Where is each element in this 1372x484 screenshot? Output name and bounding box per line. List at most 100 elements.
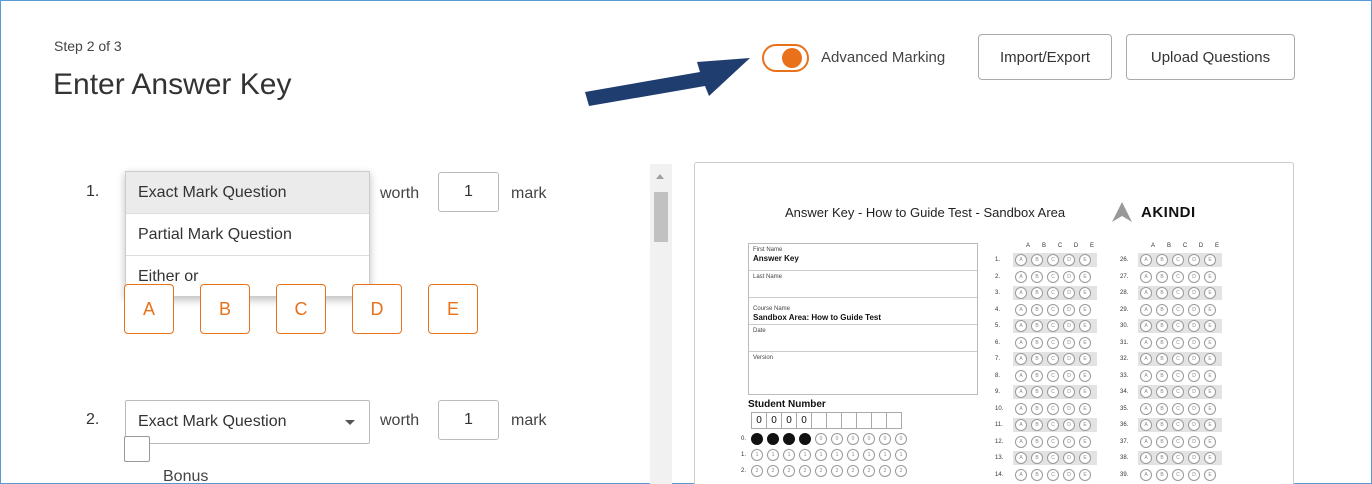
answer-row: 36. A B C D E xyxy=(1120,418,1222,432)
answer-bubble: A xyxy=(1140,353,1152,365)
answer-bubble: A xyxy=(1140,386,1152,398)
answer-bubble: 2 xyxy=(783,465,795,477)
answer-bubble: E xyxy=(1079,435,1091,448)
answer-bubble: C xyxy=(1172,452,1184,464)
answer-bubble: B xyxy=(1031,452,1043,464)
option-partial-mark[interactable]: Partial Mark Question xyxy=(126,214,369,256)
answer-bubble: 2 xyxy=(863,465,875,477)
student-number-digit xyxy=(856,412,872,429)
answer-bubble: D xyxy=(1063,287,1075,299)
answer-bubble: C xyxy=(1047,435,1059,448)
upload-questions-button[interactable]: Upload Questions xyxy=(1126,34,1295,80)
answer-row-number: 6. xyxy=(995,339,1001,346)
answer-bubble: 0 xyxy=(815,433,827,445)
scroll-thumb[interactable] xyxy=(654,192,668,242)
worth-label: worth xyxy=(380,185,420,202)
answer-bubbles: ABCDE xyxy=(1138,418,1222,432)
answer-row: 13. A B C D E xyxy=(995,451,1097,465)
answer-bubble: B xyxy=(1156,336,1168,349)
bonus-checkbox[interactable] xyxy=(124,436,150,462)
worth-label: worth xyxy=(380,412,420,429)
choice-a-button[interactable]: A xyxy=(124,284,174,334)
answer-row: 30. A B C D E xyxy=(1120,319,1222,333)
answer-bubble: B xyxy=(1031,270,1043,283)
answer-bubble: D xyxy=(1063,336,1075,349)
answer-bubble: D xyxy=(1188,419,1200,431)
answer-row: 3. A B C D E xyxy=(995,286,1097,300)
answer-bubble: C xyxy=(1172,468,1184,481)
scroll-up-icon[interactable] xyxy=(656,174,664,179)
answer-bubble: C xyxy=(1047,386,1059,398)
answer-bubble: E xyxy=(1079,320,1091,332)
answer-row: 38. A B C D E xyxy=(1120,451,1222,465)
answer-bubbles: ABCDE xyxy=(1013,385,1097,399)
answer-bubbles: ABCDE xyxy=(1013,303,1097,317)
marks-input[interactable]: 1 xyxy=(438,400,499,440)
answer-row-number: 38. xyxy=(1120,455,1129,461)
answer-bubble: E xyxy=(1204,419,1216,431)
choice-b-button[interactable]: B xyxy=(200,284,250,334)
advanced-marking-toggle[interactable] xyxy=(762,44,809,72)
answer-bubble: E xyxy=(1079,419,1091,431)
answer-bubble: B xyxy=(1031,402,1043,415)
answer-row: 8. A B C D E xyxy=(995,369,1097,383)
choice-c-button[interactable]: C xyxy=(276,284,326,334)
answer-bubble: B xyxy=(1031,320,1043,332)
answer-bubble xyxy=(767,433,779,445)
answer-bubble: D xyxy=(1063,353,1075,365)
marks-input[interactable]: 1 xyxy=(438,172,499,212)
answer-row-number: 28. xyxy=(1120,290,1129,296)
preview-title: Answer Key - How to Guide Test - Sandbox… xyxy=(785,205,1066,220)
question-type-select[interactable]: Exact Mark Question xyxy=(125,400,370,444)
answer-row-number: 2. xyxy=(995,273,1001,280)
choice-d-button[interactable]: D xyxy=(352,284,402,334)
answer-bubble: A xyxy=(1140,419,1152,431)
answer-bubble: A xyxy=(1015,386,1027,398)
choice-e-button[interactable]: E xyxy=(428,284,478,334)
student-number-grid: 0000 xyxy=(751,412,902,429)
import-export-button[interactable]: Import/Export xyxy=(978,34,1112,80)
mark-label: mark xyxy=(511,412,547,429)
student-number-digit: 0 xyxy=(766,412,782,429)
answer-bubble: B xyxy=(1156,254,1168,266)
answer-bubble: A xyxy=(1140,336,1152,349)
student-number-digit xyxy=(886,412,902,429)
answer-bubble: A xyxy=(1140,452,1152,464)
answer-bubbles: ABCDE xyxy=(1138,303,1222,317)
option-exact-mark[interactable]: Exact Mark Question xyxy=(126,172,369,214)
answer-bubbles: ABCDE xyxy=(1138,402,1222,416)
answer-bubble: E xyxy=(1204,270,1216,283)
answer-bubbles: ABCDE xyxy=(1138,286,1222,300)
bonus-label: Bonus xyxy=(163,468,209,484)
answer-bubble: B xyxy=(1031,386,1043,398)
answer-bubble: E xyxy=(1079,287,1091,299)
info-value: Sandbox Area: How to Guide Test xyxy=(753,313,882,322)
answer-row-number: 12. xyxy=(995,438,1004,445)
answer-row-number: 27. xyxy=(1120,273,1129,280)
answer-row: 11. A B C D E xyxy=(995,418,1097,432)
answer-bubble: D xyxy=(1063,254,1075,266)
answer-bubble xyxy=(799,433,811,445)
answer-row: 10. A B C D E xyxy=(995,402,1097,416)
answer-bubble: A xyxy=(1015,270,1027,283)
bubble-row-number: 2. xyxy=(741,468,747,474)
student-number-digit xyxy=(871,412,887,429)
answer-bubble: D xyxy=(1063,270,1075,283)
answer-bubble: B xyxy=(1156,386,1168,398)
answer-bubble: D xyxy=(1188,270,1200,283)
annotation-arrow xyxy=(585,58,750,106)
answer-bubbles: ABCDE xyxy=(1138,369,1222,383)
answer-bubble: 0 xyxy=(863,433,875,445)
answer-bubbles: ABCDE xyxy=(1013,270,1097,284)
student-number-bubble-row: 2. 2 2 2 2 2 2 2 2 2 2 xyxy=(741,465,911,477)
answer-row-number: 10. xyxy=(995,405,1004,412)
answer-bubbles: ABCDE xyxy=(1138,253,1222,267)
scrollbar[interactable] xyxy=(650,164,672,484)
answer-bubble: A xyxy=(1015,254,1027,266)
answer-bubbles: ABCDE xyxy=(1013,336,1097,350)
question-type-dropdown[interactable]: Exact Mark Question Partial Mark Questio… xyxy=(125,171,370,297)
page-title: Enter Answer Key xyxy=(53,68,292,101)
answer-row-number: 36. xyxy=(1120,422,1129,428)
answer-row: 33. A B C D E xyxy=(1120,369,1222,383)
choice-header: E xyxy=(1089,243,1094,249)
